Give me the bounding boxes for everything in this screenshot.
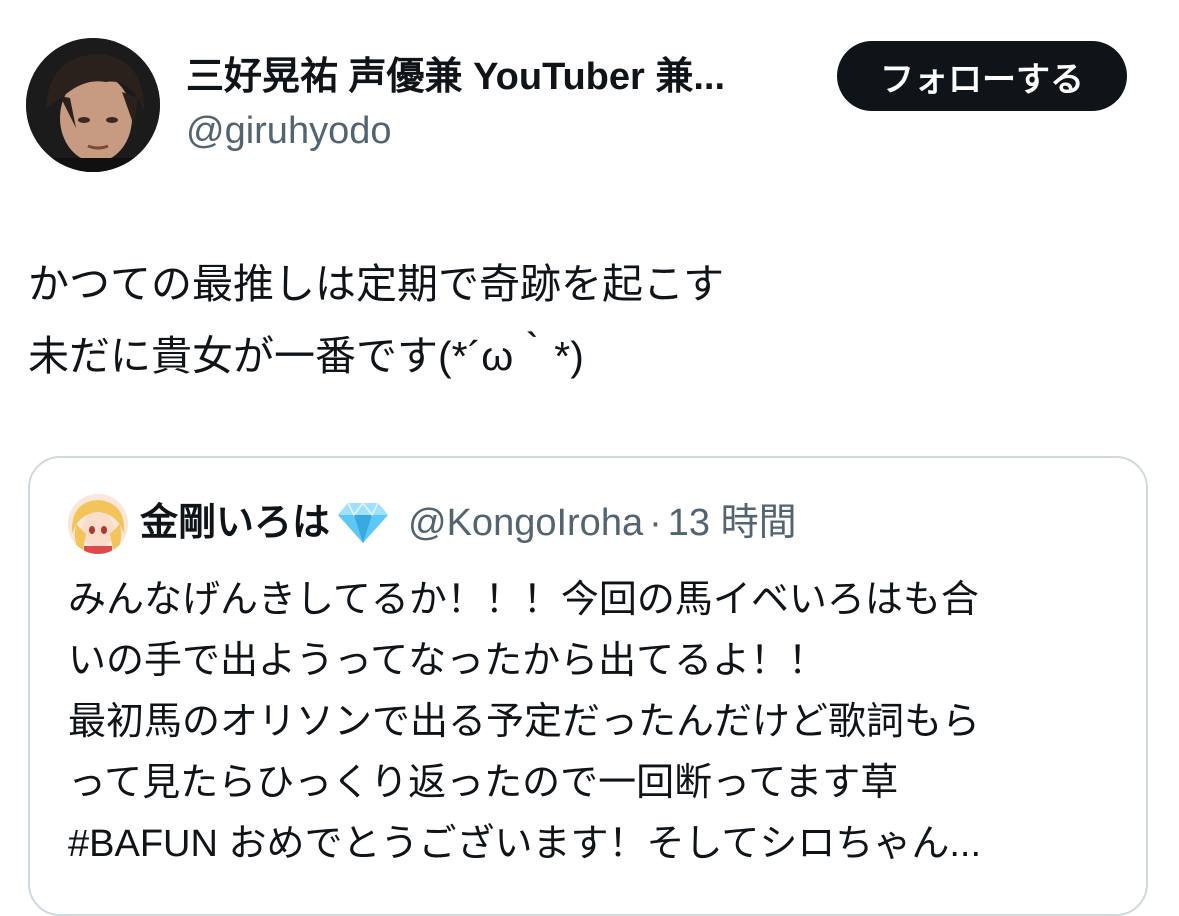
quoted-tweet-text: みんなげんきしてるか！！！今回の馬イベいろはも合 いの手で出ようってなったから出… [68,570,981,875]
quoted-text-line: 最初馬のオリソンで出る予定だったんだけど歌詞もら [68,701,981,743]
diamond-icon [338,501,389,543]
quoted-tweet-header: 金剛いろは @KongoIroha · 13 時間 [140,498,797,548]
quoted-text-line: みんなげんきしてるか！！！今回の馬イベいろはも合 [68,579,979,621]
quoted-author-handle[interactable]: @KongoIroha [408,498,643,548]
tweet-text-line: 未だに貴女が一番です(*´ω｀*) [28,333,584,379]
quoted-tweet-card[interactable]: 金剛いろは @KongoIroha · 13 時間 みんなげんきしてるか！！！今… [28,456,1148,916]
separator-dot: · [649,502,662,544]
quoted-text-line: って見たらひっくり返ったので一回断ってます草 [68,762,899,804]
quoted-author-avatar[interactable] [68,494,128,554]
quoted-author-display-name[interactable]: 金剛いろは [140,498,330,548]
author-avatar[interactable] [26,38,160,172]
follow-button[interactable]: フォローする [837,41,1127,111]
quoted-text-line: #BAFUN おめでとうございます！そしてシロちゃん... [68,823,982,865]
tweet-text: かつての最推しは定期で奇跡を起こす 未だに貴女が一番です(*´ω｀*) [28,248,724,392]
quoted-author-avatar-image [68,494,128,554]
author-handle[interactable]: @giruhyodo [186,108,391,154]
tweet-text-line: かつての最推しは定期で奇跡を起こす [28,261,725,307]
quoted-tweet-timestamp[interactable]: 13 時間 [668,498,797,548]
quoted-text-line: いの手で出ようってなったから出てるよ！！ [68,640,827,682]
author-avatar-image [26,38,160,172]
author-display-name[interactable]: 三好晃祐 声優兼 YouTuber 兼... [186,54,725,100]
